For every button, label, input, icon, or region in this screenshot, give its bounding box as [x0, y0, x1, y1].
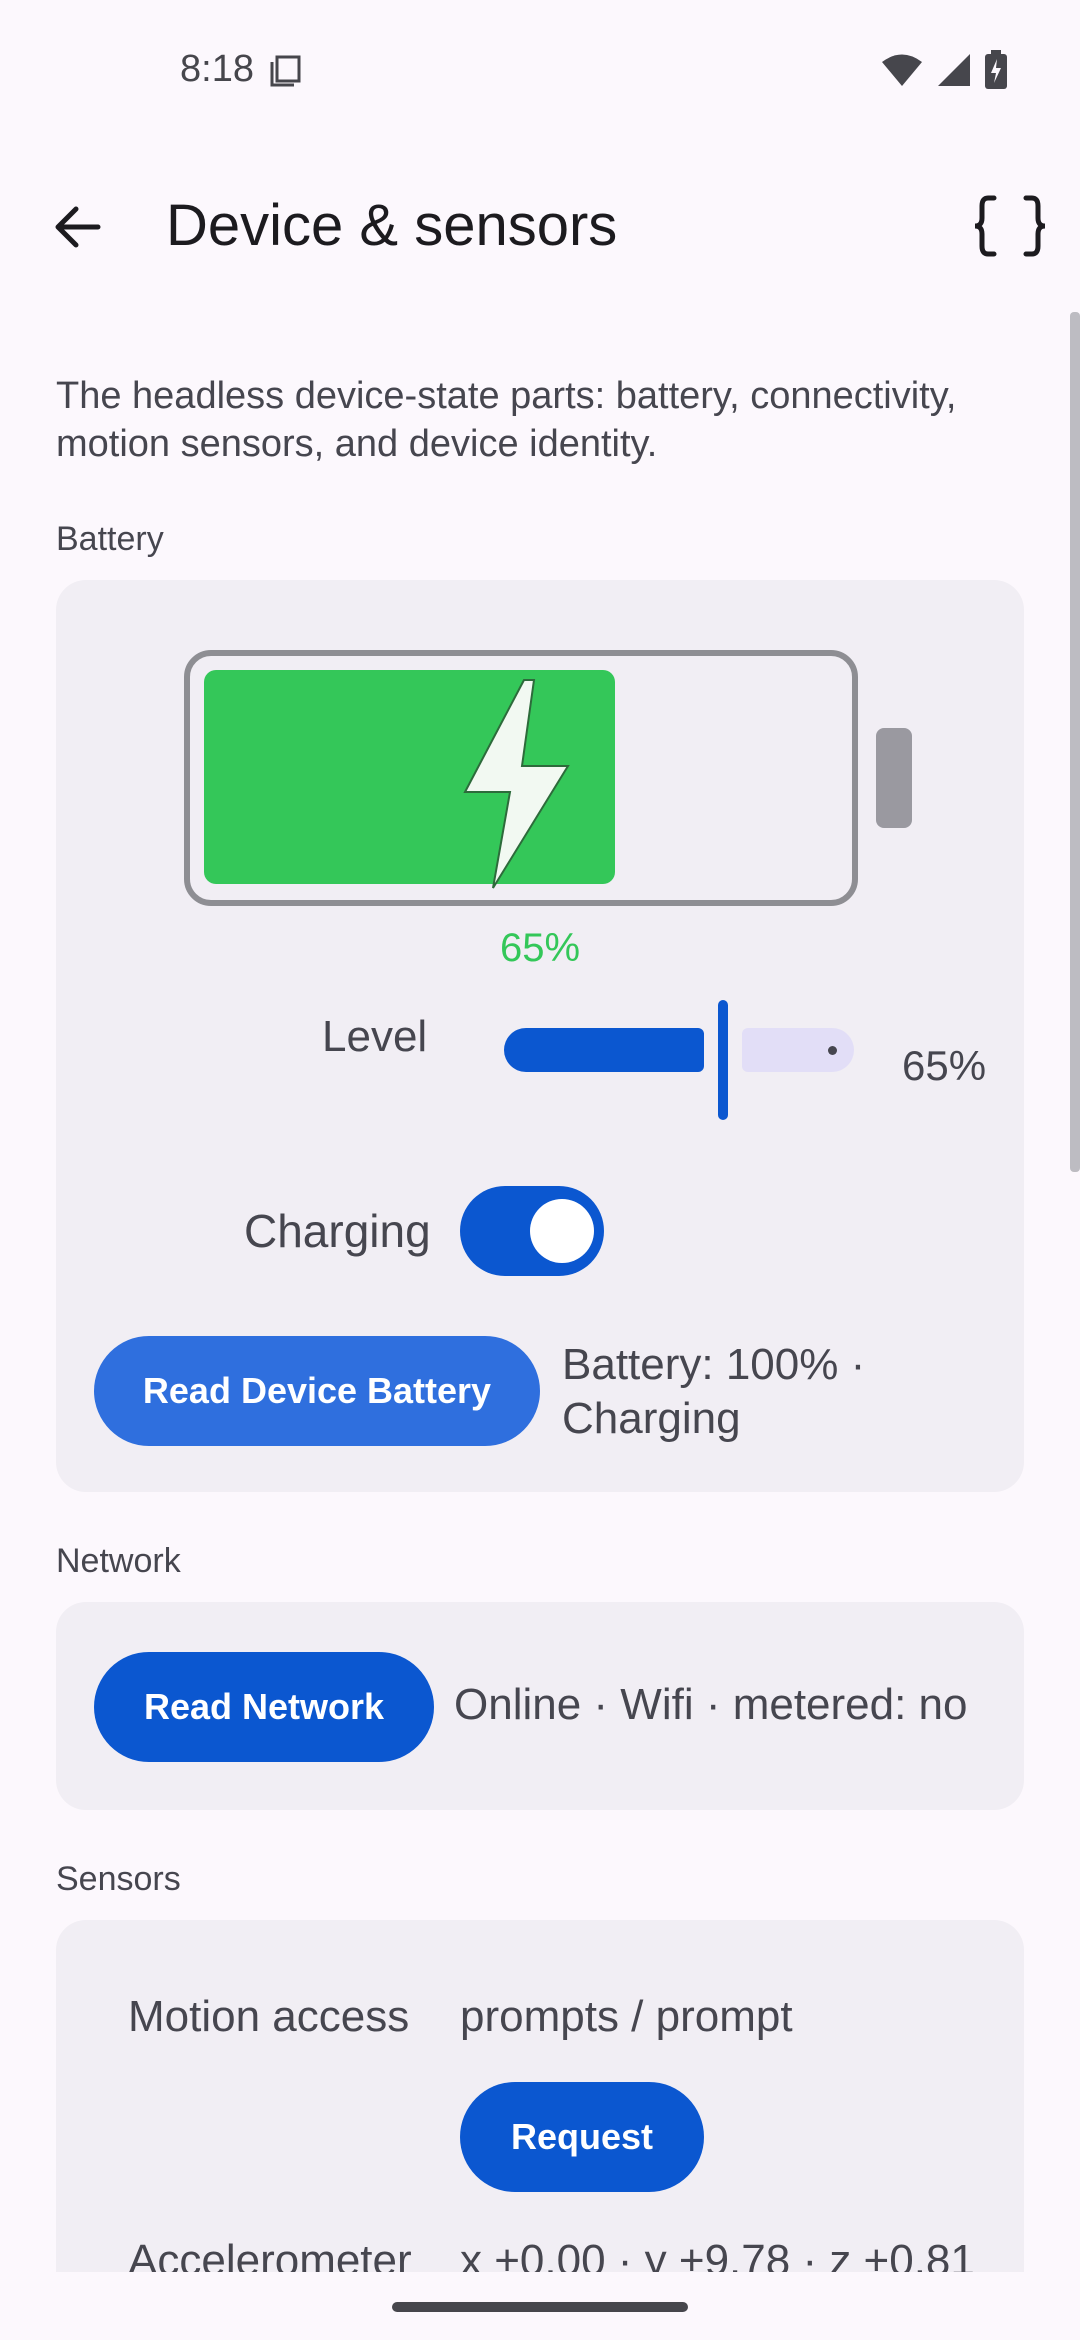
request-button[interactable]: Request	[460, 2082, 704, 2192]
motion-access-value: prompts / prompt	[460, 1992, 793, 2041]
sensors-card: Motion access prompts / prompt Request A…	[56, 1920, 1024, 2272]
home-indicator[interactable]	[392, 2302, 688, 2312]
motion-access-label: Motion access	[128, 1992, 410, 2041]
scroll-viewport: Motion access prompts / prompt Request A…	[0, 0, 1080, 2272]
accelerometer-value: x +0.00 · y +9.78 · z +0.81	[460, 2236, 975, 2272]
accelerometer-label: Accelerometer	[128, 2236, 412, 2272]
